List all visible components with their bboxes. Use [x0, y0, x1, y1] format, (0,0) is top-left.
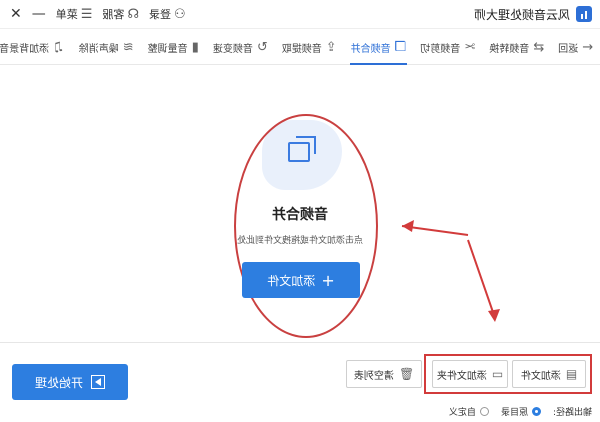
mirrored-content: 风云音频处理大师 ⚇ 登录 ☊ 客服 ☰ 菜单 — ✕ ← 返回 ⇄ 音频转换 ✂ 音频剪切… — [0, 0, 600, 422]
arrow-to-buttons — [467, 239, 496, 319]
app-window: 风云音频处理大师 ⚇ 登录 ☊ 客服 ☰ 菜单 — ✕ ← 返回 ⇄ 音频转换 ✂ 音频剪切… — [0, 0, 600, 422]
start-processing-button[interactable]: 开始处理 — [12, 364, 128, 400]
bottom-divider — [0, 342, 600, 343]
radio-dot — [479, 406, 489, 416]
radio-custom[interactable]: 自定义 — [449, 405, 489, 418]
clear-list-button[interactable]: 🗑 清空列表 — [346, 360, 422, 388]
play-icon — [91, 375, 106, 389]
radio-original-dir[interactable]: 原目录 — [501, 405, 541, 418]
file-icon: ▤ — [565, 367, 578, 381]
add-file-small-button[interactable]: ▤ 添加文件 — [512, 360, 586, 388]
trash-icon: 🗑 — [398, 367, 415, 381]
folder-icon: ▭ — [491, 367, 504, 381]
output-path-label: 输出路径: — [552, 407, 592, 418]
output-path-row: 输出路径: 原目录 自定义 — [0, 402, 600, 420]
arrow-head-dropzone — [402, 220, 414, 232]
radio-dot-selected — [531, 406, 541, 416]
arrow-head-buttons — [488, 309, 500, 322]
add-folder-button[interactable]: ▭ 添加文件夹 — [432, 360, 508, 388]
